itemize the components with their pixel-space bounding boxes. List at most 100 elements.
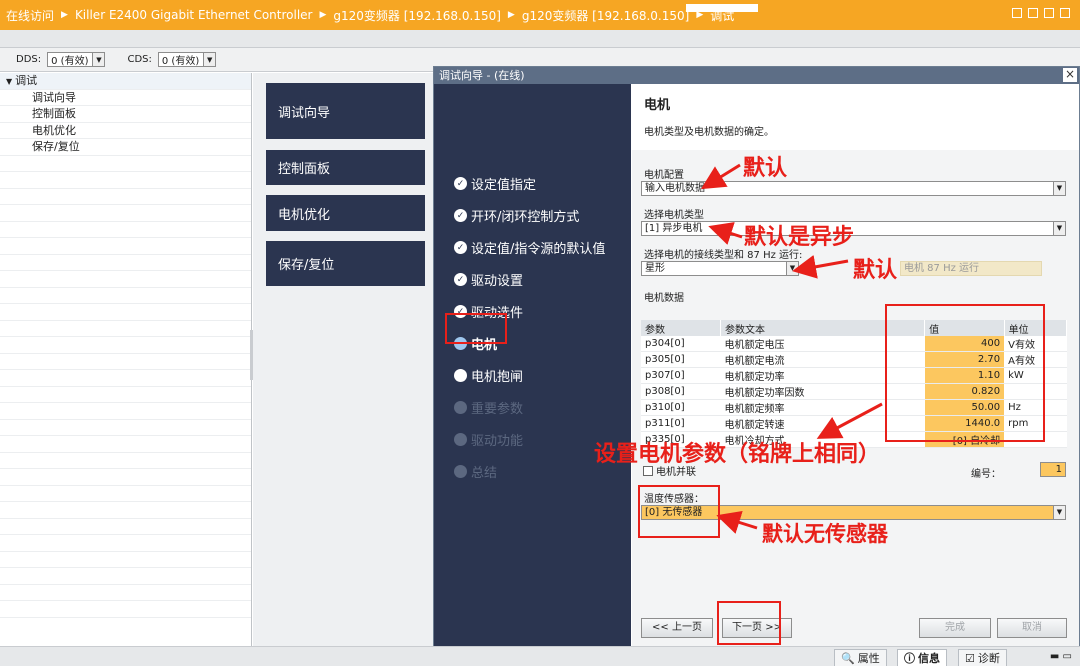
tree-empty-row xyxy=(0,156,251,172)
connection-type-value: 星形 xyxy=(645,263,665,274)
tree-empty-row xyxy=(0,304,251,321)
cell-param: p310[0] xyxy=(641,399,721,417)
editor-toolbar xyxy=(0,30,1080,48)
breadcrumb-device-2[interactable]: g120变频器 [192.168.0.150] xyxy=(522,7,690,24)
tree-empty-row xyxy=(0,519,251,535)
wizard-step-setpoint[interactable]: ✓ 设定值指定 xyxy=(454,174,536,193)
wizard-step-drive-settings[interactable]: ✓ 驱动设置 xyxy=(454,270,523,289)
wizard-step-motor-brake[interactable]: 电机抱闸 xyxy=(454,366,523,385)
breadcrumb-separator-icon: ▶ xyxy=(319,10,327,20)
wizard-step-summary: 总结 xyxy=(454,462,497,481)
tree-expand-icon[interactable]: ▼ xyxy=(6,77,12,86)
step-dot-icon xyxy=(454,433,467,446)
breadcrumb-online-access[interactable]: 在线访问 xyxy=(6,7,54,24)
chevron-down-icon: ▼ xyxy=(1053,222,1065,235)
wizard-step-important-params: 重要参数 xyxy=(454,398,523,417)
chevron-down-icon: ▼ xyxy=(92,53,105,66)
breadcrumb-device[interactable]: g120变频器 [192.168.0.150] xyxy=(333,7,501,24)
restore-icon[interactable] xyxy=(1028,8,1038,18)
cell-param: p304[0] xyxy=(641,336,721,353)
tree-empty-row xyxy=(0,205,251,222)
annotation-default-no-sensor: 默认无传感器 xyxy=(762,521,888,546)
info-icon: ⓘ xyxy=(904,652,915,665)
chevron-down-icon: ▼ xyxy=(203,53,216,66)
tree-item-control-panel[interactable]: 控制面板 xyxy=(0,106,251,123)
cell-param: p305[0] xyxy=(641,351,721,369)
tab-label: 属性 xyxy=(857,652,880,665)
highlight-box-motor-step xyxy=(445,313,507,344)
maximize-icon[interactable] xyxy=(1044,8,1054,18)
tree-empty-row xyxy=(0,271,251,288)
wizard-content-pane: 电机 电机类型及电机数据的确定。 电机配置 输入电机数据 ▼ 选择电机类型 [1… xyxy=(632,84,1079,649)
tab-diagnostics[interactable]: ☑ 诊断 xyxy=(958,649,1007,666)
motor-type-value: [1] 异步电机 xyxy=(645,223,703,234)
motor-config-value: 输入电机数据 xyxy=(645,183,705,194)
tab-label: 诊断 xyxy=(977,652,1000,665)
panel-collapse-icon[interactable]: ▬ ▭ xyxy=(1050,651,1072,662)
motor-config-label: 电机配置 xyxy=(644,170,684,181)
check-circle-icon: ✓ xyxy=(454,209,467,222)
check-circle-icon: ✓ xyxy=(454,177,467,190)
tab-properties[interactable]: 🔍 属性 xyxy=(834,649,887,666)
chevron-down-icon: ▼ xyxy=(1053,506,1065,519)
close-icon[interactable]: × xyxy=(1063,68,1077,82)
connection-type-select[interactable]: 星形 ▼ xyxy=(641,261,799,276)
step-label: 设定值/指令源的默认值 xyxy=(471,242,606,257)
tree-item-wizard[interactable]: 调试向导 xyxy=(0,90,251,106)
tree-empty-row xyxy=(0,420,251,436)
tree-item-save-reset[interactable]: 保存/复位 xyxy=(0,139,251,156)
tree-empty-row xyxy=(0,502,251,519)
finish-button[interactable]: 完成 xyxy=(919,618,991,638)
title-breadcrumb-bar: 在线访问 ▶ Killer E2400 Gigabit Ethernet Con… xyxy=(0,0,1080,30)
wizard-step-default-source[interactable]: ✓ 设定值/指令源的默认值 xyxy=(454,238,605,257)
tree-item-commissioning[interactable]: ▼ 调试 xyxy=(0,73,251,90)
content-header: 电机 电机类型及电机数据的确定。 xyxy=(632,84,1079,150)
highlight-box-temp-sensor xyxy=(638,485,720,538)
cell-param: p311[0] xyxy=(641,415,721,433)
tree-empty-row xyxy=(0,189,251,205)
breadcrumb-separator-icon: ▶ xyxy=(507,10,515,20)
number-input[interactable]: 1 xyxy=(1040,462,1066,477)
annotation-set-motor-params: 设置电机参数（铭牌上相同） xyxy=(594,441,881,467)
nav-button-control-panel[interactable]: 控制面板 xyxy=(266,150,425,185)
dds-value: 0 (有效) xyxy=(51,56,89,67)
breadcrumb-interface[interactable]: Killer E2400 Gigabit Ethernet Controller xyxy=(75,8,313,22)
step-dot-icon xyxy=(454,401,467,414)
tree-empty-row xyxy=(0,354,251,370)
motor-type-label: 选择电机类型 xyxy=(644,210,704,221)
dds-select[interactable]: 0 (有效) ▼ xyxy=(47,52,106,67)
tree-empty-row xyxy=(0,255,251,271)
tree-empty-row xyxy=(0,585,251,601)
nav-button-save-reset[interactable]: 保存/复位 xyxy=(266,241,425,286)
wizard-step-control-mode[interactable]: ✓ 开环/闭环控制方式 xyxy=(454,206,579,225)
tree-empty-row xyxy=(0,238,251,255)
step-label: 重要参数 xyxy=(471,402,524,417)
minimize-icon[interactable] xyxy=(1012,8,1022,18)
tree-empty-row xyxy=(0,486,251,502)
tree-empty-row xyxy=(0,288,251,304)
chevron-down-icon: ▼ xyxy=(786,262,798,275)
tree-empty-row xyxy=(0,321,251,337)
tree-root-label: 调试 xyxy=(15,74,38,87)
prev-page-button[interactable]: << 上一页 xyxy=(641,618,713,638)
nav-button-motor-optimization[interactable]: 电机优化 xyxy=(266,195,425,231)
tree-empty-row xyxy=(0,172,251,189)
tab-info[interactable]: ⓘ 信息 xyxy=(897,649,947,666)
window-controls xyxy=(1012,8,1070,18)
close-icon[interactable] xyxy=(1060,8,1070,18)
tree-item-motor-optimization[interactable]: 电机优化 xyxy=(0,123,251,139)
annotation-default-async: 默认是异步 xyxy=(744,224,855,250)
tab-label: 信息 xyxy=(918,652,940,665)
nav-button-wizard[interactable]: 调试向导 xyxy=(266,83,425,139)
motor-config-select[interactable]: 输入电机数据 ▼ xyxy=(641,181,1066,196)
cancel-button[interactable]: 取消 xyxy=(997,618,1067,638)
annotation-default-1: 默认 xyxy=(743,155,788,181)
address-field xyxy=(686,4,758,12)
properties-icon: 🔍 xyxy=(841,651,855,665)
tree-empty-row xyxy=(0,601,251,618)
check-circle-icon: ✓ xyxy=(454,241,467,254)
diagnostics-icon: ☑ xyxy=(965,651,975,665)
cds-select[interactable]: 0 (有效) ▼ xyxy=(157,52,217,67)
tree-empty-row xyxy=(0,222,251,238)
step-label: 电机抱闸 xyxy=(471,370,524,385)
